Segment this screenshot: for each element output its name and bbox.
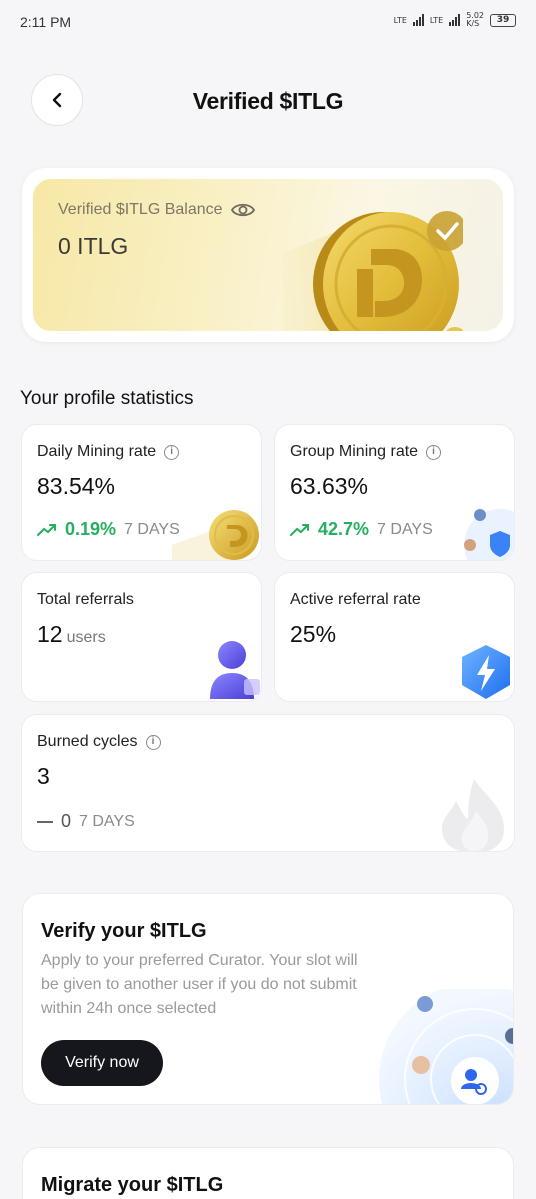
balance-panel: Verified $ITLG Balance 0 ITLG xyxy=(33,179,503,331)
status-time: 2:11 PM xyxy=(20,14,72,30)
burned-cycles-value: 3 xyxy=(37,763,50,789)
total-referrals-unit: users xyxy=(66,629,106,646)
group-mining-value: 63.63% xyxy=(290,473,369,499)
group-mining-trend-period: 7 DAYS xyxy=(377,520,433,538)
section-title-profile-statistics: Your profile statistics xyxy=(20,388,194,409)
signal-icon xyxy=(412,14,424,26)
network-label-1: LTE xyxy=(393,15,407,25)
burned-cycles-trend-period: 7 DAYS xyxy=(79,812,135,830)
total-referrals-label: Total referrals xyxy=(37,591,134,608)
info-icon[interactable]: i xyxy=(164,444,180,460)
dash-icon xyxy=(37,820,53,823)
burned-cycles-trend-value: 0 xyxy=(61,811,72,831)
active-referral-rate-card: Active referral rate 25% xyxy=(274,572,515,702)
burned-cycles-label: Burned cycles xyxy=(37,733,138,750)
group-mining-trend: 42.7% 7 DAYS xyxy=(290,519,433,540)
daily-mining-value: 83.54% xyxy=(37,473,116,499)
network-speed-unit: K/S xyxy=(466,19,480,28)
status-icons: LTE LTE 5.02 K/S 39 xyxy=(394,12,516,28)
curator-search-illustration xyxy=(379,989,513,1104)
burned-cycles-trend: 0 7 DAYS xyxy=(37,811,135,832)
eye-icon[interactable] xyxy=(230,202,255,218)
daily-mining-card: Daily Mining rate i 83.54% 0.19% 7 DAYS xyxy=(21,424,262,561)
info-icon[interactable]: i xyxy=(426,444,442,460)
battery-icon: 39 xyxy=(490,13,516,27)
user-icon xyxy=(210,641,260,699)
migrate-title: Migrate your $ITLG xyxy=(41,1174,224,1196)
daily-mining-label: Daily Mining rate xyxy=(37,443,157,460)
verify-now-button[interactable]: Verify now xyxy=(41,1040,163,1086)
balance-value: 0 ITLG xyxy=(58,233,129,259)
flame-icon xyxy=(442,779,504,851)
balance-card: Verified $ITLG Balance 0 ITLG xyxy=(22,168,514,342)
group-shield-icon xyxy=(464,509,514,560)
migrate-card: Migrate your $ITLG xyxy=(22,1147,514,1199)
burned-cycles-card: Burned cycles i 3 0 7 DAYS xyxy=(21,714,515,852)
stat-label-row: Daily Mining rate i xyxy=(37,443,180,461)
group-mining-card: Group Mining rate i 63.63% 42.7% 7 DAYS xyxy=(274,424,515,561)
active-referral-rate-label: Active referral rate xyxy=(290,591,421,608)
daily-mining-trend-value: 0.19% xyxy=(65,519,117,539)
stat-label-row: Burned cycles i xyxy=(37,733,161,751)
total-referrals-card: Total referrals 12 users xyxy=(21,572,262,702)
verify-description: Apply to your preferred Curator. Your sl… xyxy=(41,952,358,1017)
lightning-icon xyxy=(462,645,510,699)
verify-title: Verify your $ITLG xyxy=(41,920,207,942)
group-mining-label: Group Mining rate xyxy=(290,443,419,460)
info-icon[interactable]: i xyxy=(145,734,161,750)
page-title: Verified $ITLG xyxy=(192,88,344,114)
stat-label-row: Active referral rate xyxy=(290,591,421,609)
signal-icon-2 xyxy=(449,14,461,26)
gold-coin-illustration xyxy=(283,211,463,331)
daily-mining-trend: 0.19% 7 DAYS xyxy=(37,519,180,540)
balance-label: Verified $ITLG Balance xyxy=(58,201,223,218)
balance-label-row: Verified $ITLG Balance xyxy=(58,201,255,219)
status-bar: 2:11 PM LTE LTE 5.02 K/S 39 xyxy=(0,0,536,44)
network-speed: 5.02 K/S xyxy=(466,12,484,28)
active-referral-rate-value: 25% xyxy=(290,621,337,647)
trend-up-icon xyxy=(290,523,309,536)
total-referrals-value-row: 12 users xyxy=(37,621,106,648)
verify-card: Verify your $ITLG Apply to your preferre… xyxy=(22,893,514,1105)
network-label-2: LTE xyxy=(429,15,444,25)
trend-up-icon xyxy=(37,523,56,536)
stat-label-row: Total referrals xyxy=(37,591,134,609)
stat-label-row: Group Mining rate i xyxy=(290,443,442,461)
coin-icon xyxy=(172,510,259,560)
total-referrals-value: 12 xyxy=(37,621,63,647)
header: Verified $ITLG xyxy=(0,72,536,130)
group-mining-trend-value: 42.7% xyxy=(318,519,370,539)
